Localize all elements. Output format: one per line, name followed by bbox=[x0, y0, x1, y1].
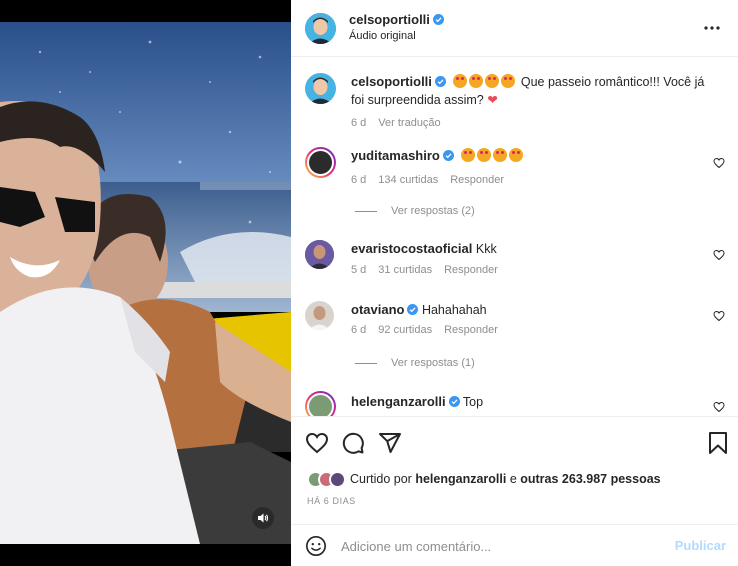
comment-avatar-image bbox=[305, 240, 334, 269]
caption-text-block: celsoportiolli Que passeio romântico!!! … bbox=[351, 73, 706, 109]
comment-text: Hahahahah bbox=[421, 303, 487, 317]
liked-by-others[interactable]: outras 263.987 pessoas bbox=[520, 472, 660, 486]
comment-avatar-image bbox=[307, 393, 334, 416]
more-options-button[interactable] bbox=[702, 18, 722, 38]
media-top-bar bbox=[0, 0, 291, 22]
heart-eyes-emoji-icon bbox=[469, 74, 484, 88]
comment-username[interactable]: yuditamashiro bbox=[351, 148, 440, 163]
replies-line bbox=[355, 210, 377, 212]
comment-item: otaviano Hahahahah 6 d 92 curtidas Respond… bbox=[305, 301, 725, 346]
heart-eyes-emoji-icon bbox=[453, 74, 468, 88]
reply-button[interactable]: Responder bbox=[450, 174, 504, 186]
comment-item: helenganzarolli Top bbox=[305, 391, 725, 416]
verified-icon bbox=[434, 76, 446, 87]
comments-list[interactable]: celsoportiolli Que passeio romântico!!! … bbox=[291, 57, 738, 416]
caption-meta: 6 d Ver tradução bbox=[351, 117, 453, 129]
comment-avatar[interactable] bbox=[305, 301, 334, 330]
post-header: celsoportiolli Áudio original bbox=[291, 0, 738, 57]
replies-line bbox=[355, 362, 377, 364]
comment-input[interactable] bbox=[341, 536, 661, 556]
author-avatar[interactable] bbox=[305, 13, 336, 44]
comment-icon[interactable] bbox=[341, 431, 365, 455]
like-comment-heart-icon[interactable] bbox=[713, 401, 725, 413]
view-replies-button[interactable]: Ver respostas (1) bbox=[355, 357, 475, 369]
comment-time[interactable]: 6 d bbox=[351, 174, 366, 186]
post-date[interactable]: HÁ 6 DIAS bbox=[307, 496, 356, 506]
add-comment-bar: Publicar bbox=[291, 524, 738, 566]
comment-avatar-image bbox=[307, 149, 334, 176]
reply-button[interactable]: Responder bbox=[444, 324, 498, 336]
heart-eyes-emoji-icon bbox=[509, 148, 524, 162]
comment-meta: 6 d 92 curtidas Responder bbox=[351, 324, 510, 336]
liked-by-user[interactable]: helenganzarolli bbox=[415, 472, 506, 486]
video-frame[interactable] bbox=[0, 22, 291, 544]
liked-by-middle: e bbox=[509, 472, 517, 486]
sound-toggle-button[interactable] bbox=[252, 507, 274, 529]
comment-likes[interactable]: 31 curtidas bbox=[378, 264, 432, 276]
view-replies-button[interactable]: Ver respostas (2) bbox=[355, 205, 475, 217]
comment-text: Top bbox=[462, 395, 484, 409]
caption: celsoportiolli Que passeio romântico!!! … bbox=[305, 73, 725, 133]
comment-item: evaristocostaoficial Kkk 5 d 31 curtidas R… bbox=[305, 240, 725, 285]
emoji-icon[interactable] bbox=[305, 535, 327, 557]
comment-likes[interactable]: 134 curtidas bbox=[378, 174, 438, 186]
comment-time[interactable]: 5 d bbox=[351, 264, 366, 276]
like-comment-heart-icon[interactable] bbox=[713, 157, 725, 169]
comment-avatar[interactable] bbox=[305, 147, 336, 178]
comment-time[interactable]: 6 d bbox=[351, 324, 366, 336]
comment-item: yuditamashiro 6 d 134 curtidas Responder bbox=[305, 147, 725, 192]
comment-meta: 5 d 31 curtidas Responder bbox=[351, 264, 510, 276]
verified-icon bbox=[432, 14, 444, 25]
post-media[interactable] bbox=[0, 0, 291, 566]
like-comment-heart-icon[interactable] bbox=[713, 249, 725, 261]
author-username[interactable]: celsoportiolli bbox=[349, 12, 430, 27]
comment-avatar-image bbox=[305, 301, 334, 330]
liked-by-row: Curtido por helenganzarolli e outras 263… bbox=[307, 469, 661, 489]
verified-icon bbox=[407, 304, 419, 315]
red-heart-emoji-icon: ❤ bbox=[487, 93, 498, 107]
comment-text-block: yuditamashiro bbox=[351, 147, 706, 165]
author-avatar-image bbox=[305, 13, 336, 44]
comment-username[interactable]: evaristocostaoficial bbox=[351, 241, 472, 256]
comment-meta: 6 d 134 curtidas Responder bbox=[351, 174, 516, 186]
share-icon[interactable] bbox=[378, 431, 402, 455]
verified-icon bbox=[442, 150, 454, 161]
heart-eyes-emoji-icon bbox=[461, 148, 476, 162]
caption-avatar[interactable] bbox=[305, 73, 336, 104]
comment-text-block: evaristocostaoficial Kkk bbox=[351, 240, 706, 258]
heart-eyes-emoji-icon bbox=[501, 74, 516, 88]
video-image bbox=[0, 22, 291, 544]
translate-link[interactable]: Ver tradução bbox=[378, 117, 440, 129]
like-comment-heart-icon[interactable] bbox=[713, 310, 725, 322]
heart-eyes-emoji-icon bbox=[477, 148, 492, 162]
heart-eyes-emoji-icon bbox=[485, 74, 500, 88]
view-replies-label[interactable]: Ver respostas (1) bbox=[391, 357, 475, 369]
more-icon bbox=[704, 26, 720, 30]
liked-avatars bbox=[307, 470, 346, 488]
caption-time[interactable]: 6 d bbox=[351, 117, 366, 129]
comment-username[interactable]: helenganzarolli bbox=[351, 394, 446, 409]
reply-button[interactable]: Responder bbox=[444, 264, 498, 276]
media-bottom-bar bbox=[0, 544, 291, 566]
view-replies-label[interactable]: Ver respostas (2) bbox=[391, 205, 475, 217]
audio-label[interactable]: Áudio original bbox=[349, 30, 416, 42]
caption-avatar-image bbox=[305, 73, 336, 104]
sound-icon bbox=[258, 513, 269, 523]
comment-avatar[interactable] bbox=[305, 240, 334, 269]
caption-username[interactable]: celsoportiolli bbox=[351, 74, 432, 89]
heart-eyes-emoji-icon bbox=[493, 148, 508, 162]
bookmark-icon[interactable] bbox=[706, 431, 730, 455]
comment-text-block: helenganzarolli Top bbox=[351, 393, 706, 411]
liked-by-prefix: Curtido por bbox=[350, 472, 412, 486]
mini-avatar[interactable] bbox=[329, 470, 346, 488]
post-details-panel: celsoportiolli Áudio original celsoporti… bbox=[291, 0, 738, 566]
comment-text: Kkk bbox=[475, 242, 497, 256]
verified-icon bbox=[448, 396, 460, 407]
comment-text-block: otaviano Hahahahah bbox=[351, 301, 706, 319]
comment-likes[interactable]: 92 curtidas bbox=[378, 324, 432, 336]
publish-button[interactable]: Publicar bbox=[675, 538, 726, 553]
heart-icon[interactable] bbox=[305, 431, 329, 455]
comment-avatar[interactable] bbox=[305, 391, 336, 416]
comment-username[interactable]: otaviano bbox=[351, 302, 404, 317]
